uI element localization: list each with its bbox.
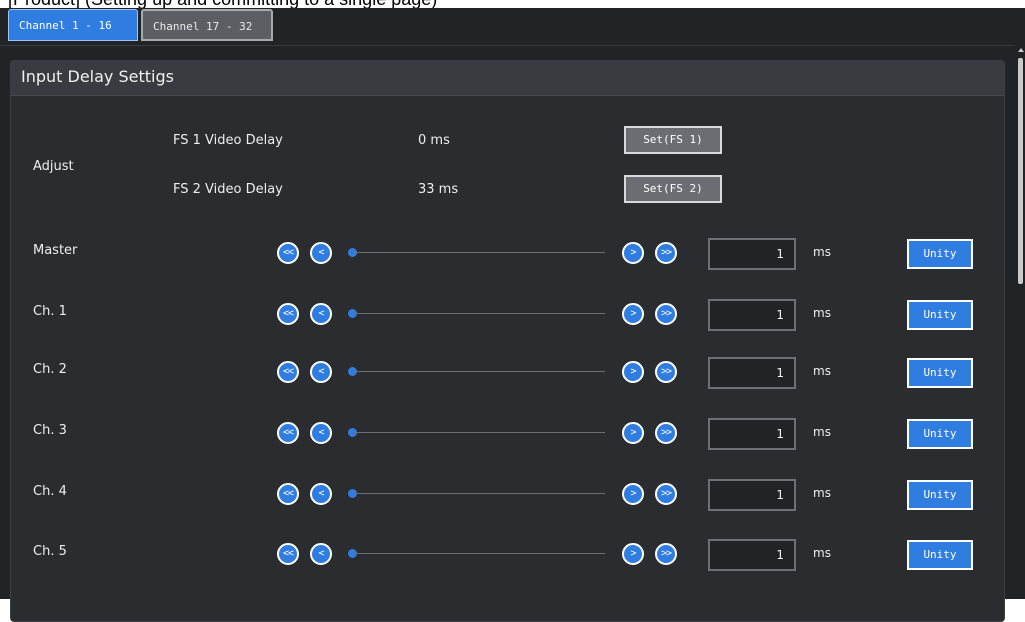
delay-value-input[interactable]: 1 bbox=[708, 238, 796, 270]
delay-slider-track[interactable] bbox=[353, 493, 605, 494]
step-forward-button[interactable]: > bbox=[622, 242, 644, 264]
panel-header: Input Delay Settigs bbox=[11, 61, 1004, 96]
step-forward-fast-button[interactable]: >> bbox=[655, 303, 677, 325]
step-forward-fast-button[interactable]: >> bbox=[655, 483, 677, 505]
adjust-label: Adjust bbox=[33, 159, 74, 174]
scroll-up-icon[interactable] bbox=[1018, 48, 1024, 52]
unity-button[interactable]: Unity bbox=[907, 419, 973, 449]
step-forward-button[interactable]: > bbox=[622, 361, 644, 383]
page-header-fragment: [Product] (Setting up and committing to … bbox=[0, 0, 1025, 8]
step-back-button[interactable]: < bbox=[310, 483, 332, 505]
step-forward-fast-button[interactable]: >> bbox=[655, 361, 677, 383]
step-forward-button[interactable]: > bbox=[622, 303, 644, 325]
row-label: Ch. 5 bbox=[33, 544, 67, 559]
delay-unit: ms bbox=[813, 364, 831, 378]
delay-unit: ms bbox=[813, 425, 831, 439]
delay-value-input[interactable]: 1 bbox=[708, 357, 796, 389]
tab-channel-17-32[interactable]: Channel 17 - 32 bbox=[141, 9, 273, 41]
delay-unit: ms bbox=[813, 546, 831, 560]
delay-unit: ms bbox=[813, 486, 831, 500]
unity-button[interactable]: Unity bbox=[907, 358, 973, 388]
fs1-video-delay-value: 0 ms bbox=[418, 133, 450, 148]
unity-button[interactable]: Unity bbox=[907, 480, 973, 510]
header-fragment-text: [Product] (Setting up and committing to … bbox=[8, 0, 437, 8]
delay-row-ch2: Ch. 2 << < > >> 1 ms Unity bbox=[11, 351, 1004, 391]
delay-value-input[interactable]: 1 bbox=[708, 539, 796, 571]
set-fs1-button[interactable]: Set(FS 1) bbox=[624, 126, 722, 154]
row-label: Ch. 1 bbox=[33, 304, 67, 319]
step-back-fast-button[interactable]: << bbox=[277, 303, 299, 325]
row-label: Master bbox=[33, 243, 78, 258]
step-back-button[interactable]: < bbox=[310, 242, 332, 264]
tab-bar: Channel 1 - 16 Channel 17 - 32 bbox=[0, 8, 1015, 46]
step-back-button[interactable]: < bbox=[310, 543, 332, 565]
row-label: Ch. 4 bbox=[33, 484, 67, 499]
fs2-video-delay-value: 33 ms bbox=[418, 182, 459, 197]
delay-row-master: Master << < > >> 1 ms Unity bbox=[11, 232, 1004, 272]
step-back-fast-button[interactable]: << bbox=[277, 242, 299, 264]
set-fs2-button[interactable]: Set(FS 2) bbox=[624, 175, 722, 203]
delay-row-ch1: Ch. 1 << < > >> 1 ms Unity bbox=[11, 293, 1004, 333]
unity-button[interactable]: Unity bbox=[907, 540, 973, 570]
fs2-video-delay-label: FS 2 Video Delay bbox=[173, 182, 283, 197]
delay-value-input[interactable]: 1 bbox=[708, 479, 796, 511]
input-delay-panel: Input Delay Settigs Adjust FS 1 Video De… bbox=[10, 60, 1005, 622]
fs1-video-delay-label: FS 1 Video Delay bbox=[173, 133, 283, 148]
delay-slider-track[interactable] bbox=[353, 252, 605, 253]
vertical-scrollbar[interactable] bbox=[1015, 8, 1025, 599]
step-forward-button[interactable]: > bbox=[622, 422, 644, 444]
step-forward-fast-button[interactable]: >> bbox=[655, 422, 677, 444]
panel-title: Input Delay Settigs bbox=[21, 67, 174, 86]
step-back-fast-button[interactable]: << bbox=[277, 422, 299, 444]
step-back-fast-button[interactable]: << bbox=[277, 483, 299, 505]
scrollbar-thumb[interactable] bbox=[1018, 58, 1023, 284]
delay-unit: ms bbox=[813, 306, 831, 320]
delay-slider-track[interactable] bbox=[353, 553, 605, 554]
delay-slider-track[interactable] bbox=[353, 371, 605, 372]
unity-button[interactable]: Unity bbox=[907, 300, 973, 330]
step-forward-fast-button[interactable]: >> bbox=[655, 543, 677, 565]
step-back-fast-button[interactable]: << bbox=[277, 361, 299, 383]
step-back-button[interactable]: < bbox=[310, 422, 332, 444]
delay-value-input[interactable]: 1 bbox=[708, 299, 796, 331]
step-back-fast-button[interactable]: << bbox=[277, 543, 299, 565]
main-area: Input Delay Settigs Adjust FS 1 Video De… bbox=[0, 46, 1015, 622]
row-label: Ch. 2 bbox=[33, 362, 67, 377]
delay-slider-track[interactable] bbox=[353, 313, 605, 314]
delay-row-ch5: Ch. 5 << < > >> 1 ms Unity bbox=[11, 533, 1004, 573]
delay-slider-track[interactable] bbox=[353, 432, 605, 433]
delay-value-input[interactable]: 1 bbox=[708, 418, 796, 450]
delay-row-ch4: Ch. 4 << < > >> 1 ms Unity bbox=[11, 473, 1004, 513]
step-forward-button[interactable]: > bbox=[622, 543, 644, 565]
tab-channel-1-16[interactable]: Channel 1 - 16 bbox=[8, 9, 138, 41]
step-back-button[interactable]: < bbox=[310, 303, 332, 325]
unity-button[interactable]: Unity bbox=[907, 239, 973, 269]
step-back-button[interactable]: < bbox=[310, 361, 332, 383]
step-forward-button[interactable]: > bbox=[622, 483, 644, 505]
delay-row-ch3: Ch. 3 << < > >> 1 ms Unity bbox=[11, 412, 1004, 452]
step-forward-fast-button[interactable]: >> bbox=[655, 242, 677, 264]
delay-unit: ms bbox=[813, 245, 831, 259]
row-label: Ch. 3 bbox=[33, 423, 67, 438]
